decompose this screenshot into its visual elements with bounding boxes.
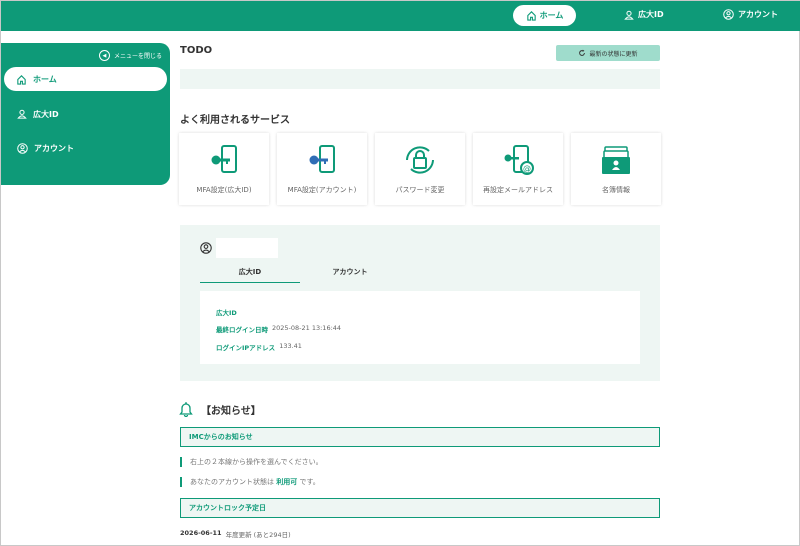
service-label: 名簿情報 [602,186,630,194]
info-key: 最終ログイン日時 [216,326,268,334]
info-key: ログインIPアドレス [216,344,276,352]
notice-bullet-2: あなたのアカウント状態は 利用可 です。 [180,477,320,487]
info-row-univ-id: 広大ID [216,307,241,317]
refresh-icon [579,49,586,56]
sidebar-item-label: 広大ID [33,109,59,119]
refresh-button[interactable]: 最新の状態に更新 [556,45,660,61]
todo-title: TODO [180,45,213,56]
service-recovery-email[interactable]: @ 再設定メールアドレス [473,133,563,205]
bullet-2-post: です。 [299,478,320,486]
lock-date: 2026-06-11 [180,529,222,537]
user-info [200,238,278,258]
info-key: 広大ID [216,309,237,317]
top-nav-account-label: アカウント [738,10,778,19]
top-nav-univ-id-label: 広大ID [638,10,664,19]
notices-header: 【お知らせ】 [179,401,261,417]
sidebar: ◀ メニューを閉じる ホーム 広大ID アカウント [1,43,170,185]
account-info-card: 広大ID 最終ログイン日時 2025-08-21 13:16:44 ログインIP… [200,291,640,364]
info-row-last-login: 最終ログイン日時 2025-08-21 13:16:44 [216,324,341,334]
info-row-login-ip: ログインIPアドレス 133.41 [216,342,302,352]
info-value: 2025-08-21 13:16:44 [272,324,342,332]
top-nav-home-label: ホーム [539,11,564,20]
account-status: 利用可 [276,478,298,486]
close-menu-button[interactable]: ◀ メニューを閉じる [98,50,162,61]
imc-notice-heading: IMCからのお知らせ [180,427,660,447]
user-circle-icon [17,142,28,154]
chevron-left-icon: ◀ [98,50,110,61]
top-nav-account[interactable]: アカウント [723,9,778,20]
services-title: よく利用されるサービス [180,115,290,126]
close-menu-label: メニューを閉じる [113,53,162,60]
service-label: パスワード変更 [395,186,445,194]
service-mfa-account[interactable]: MFA設定(アカウント) [277,133,367,205]
user-circle-icon [200,242,212,254]
user-circle-icon [723,9,734,20]
bell-icon [179,402,193,417]
top-nav-univ-id[interactable]: 広大ID [624,9,664,20]
sidebar-item-label: ホーム [33,74,57,84]
tab-univ-id[interactable]: 広大ID [200,265,300,283]
service-label: 再設定メールアドレス [483,186,553,194]
lock-description: 年度更新 (あと294日) [225,531,291,539]
home-icon [526,11,536,21]
phone-key-blue-icon [309,145,335,173]
todo-list [180,69,660,89]
phone-key-mail-icon: @ [504,145,534,175]
user-icon [624,10,634,20]
service-directory-info[interactable]: 名簿情報 [571,133,661,205]
home-icon [17,74,26,85]
sidebar-item-home[interactable]: ホーム [4,67,167,91]
sidebar-item-univ-id[interactable]: 広大ID [1,102,170,126]
service-label: MFA設定(広大ID) [196,186,252,194]
lock-refresh-icon [406,146,434,174]
lock-schedule-heading: アカウントロック予定日 [180,498,660,518]
service-label: MFA設定(アカウント) [287,186,357,194]
account-panel: 広大ID アカウント 広大ID 最終ログイン日時 2025-08-21 13:1… [180,225,660,381]
service-password-change[interactable]: パスワード変更 [375,133,465,205]
notice-bullet-1: 右上の２本線から操作を選んでください。 [180,457,323,467]
info-value: 133.41 [279,342,302,350]
bullet-2-pre: あなたのアカウント状態は [190,478,274,486]
user-icon [17,109,27,119]
sidebar-item-label: アカウント [34,143,74,153]
tab-account[interactable]: アカウント [300,265,400,283]
card-box-icon [602,146,630,174]
phone-key-green-icon [211,145,237,173]
account-tabs: 広大ID アカウント [200,265,400,283]
notices-title: 【お知らせ】 [201,405,261,417]
refresh-label: 最新の状態に更新 [589,50,638,58]
lock-schedule-row: 2026-06-11 年度更新 (あと294日) [180,529,291,539]
svg-text:@: @ [523,164,531,173]
user-name-box [216,238,278,258]
service-mfa-univ-id[interactable]: MFA設定(広大ID) [179,133,269,205]
top-bar: ホーム 広大ID アカウント [1,1,800,31]
top-nav-home[interactable]: ホーム [513,5,576,26]
sidebar-item-account[interactable]: アカウント [1,136,170,160]
